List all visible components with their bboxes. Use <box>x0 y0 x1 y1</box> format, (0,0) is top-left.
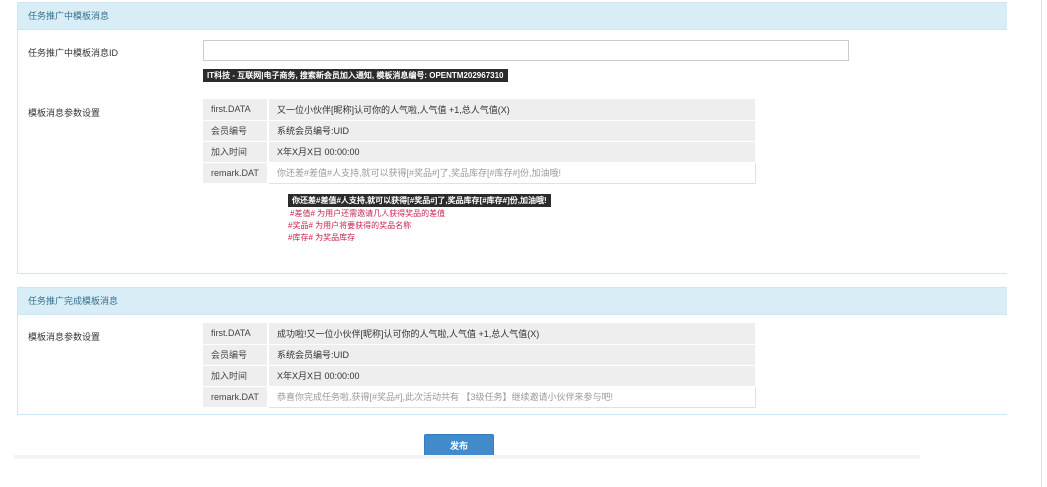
param-value: 系统会员编号:UID <box>268 120 755 142</box>
remark-input[interactable]: 你还差#差值#人支持,就可以获得[#奖品#]了,奖品库存[#库存#]份,加油哦! <box>267 161 756 184</box>
param-key: 会员编号 <box>203 120 269 142</box>
panel-task-completed: 任务推广完成模板消息 模板消息参数设置 first.DATA 成功啦!又一位小伙… <box>17 287 1007 415</box>
panel-task-in-progress: 任务推广中模板消息 任务推广中模板消息ID IT科技 - 互联网|电子商务, 搜… <box>17 2 1007 274</box>
params-table: first.DATA 成功啦!又一位小伙伴[昵称]认可你的人气啦,人气值 +1,… <box>203 323 756 408</box>
table-row: first.DATA 成功啦!又一位小伙伴[昵称]认可你的人气啦,人气值 +1,… <box>203 323 755 345</box>
param-key: 加入时间 <box>203 365 269 387</box>
panel-title: 任务推广完成模板消息 <box>18 288 1007 315</box>
param-value: 系统会员编号:UID <box>268 344 755 366</box>
template-id-input[interactable] <box>203 40 849 61</box>
param-key: first.DATA <box>203 99 269 121</box>
param-key: 加入时间 <box>203 141 269 163</box>
params-label: 模板消息参数设置 <box>28 108 101 118</box>
param-key: remark.DAT <box>203 162 269 184</box>
legend-stock: #库存# 为奖品库存 <box>288 233 356 242</box>
table-row: first.DATA 又一位小伙伴[昵称]认可你的人气啦,人气值 +1,总人气值… <box>203 99 755 121</box>
legend-prize: #奖品# 为用户将要获得的奖品名称 <box>288 221 412 230</box>
template-hint-badge: IT科技 - 互联网|电子商务, 搜索新会员加入通知, 模板消息编号: OPEN… <box>203 69 508 82</box>
remark-hint-badge: 你还差#差值#人支持,就可以获得[#奖品#]了,奖品库存[#库存#]份,加油哦! <box>288 194 551 207</box>
table-row: 会员编号 系统会员编号:UID <box>203 344 755 366</box>
params-table: first.DATA 又一位小伙伴[昵称]认可你的人气啦,人气值 +1,总人气值… <box>203 99 756 184</box>
param-value: X年X月X日 00:00:00 <box>268 141 755 163</box>
table-row: 会员编号 系统会员编号:UID <box>203 120 755 142</box>
footer-divider <box>14 455 920 459</box>
table-row: remark.DAT 恭喜你完成任务啦,获得[#奖品#],此次活动共有 【3级任… <box>203 385 756 408</box>
publish-button[interactable]: 发布 <box>424 434 494 457</box>
param-key: 会员编号 <box>203 344 269 366</box>
param-value: 又一位小伙伴[昵称]认可你的人气啦,人气值 +1,总人气值(X) <box>268 99 755 121</box>
page-edge-divider <box>1041 0 1042 487</box>
param-key: first.DATA <box>203 323 269 345</box>
params-label: 模板消息参数设置 <box>28 332 101 342</box>
param-key: remark.DAT <box>203 386 269 408</box>
legend-diff: #差值# 为用户还需邀请几人获得奖品的差值 <box>290 209 446 218</box>
table-row: 加入时间 X年X月X日 00:00:00 <box>203 365 755 387</box>
table-row: remark.DAT 你还差#差值#人支持,就可以获得[#奖品#]了,奖品库存[… <box>203 161 756 184</box>
remark-input[interactable]: 恭喜你完成任务啦,获得[#奖品#],此次活动共有 【3级任务】继续邀请小伙伴来参… <box>267 385 756 408</box>
param-value: 成功啦!又一位小伙伴[昵称]认可你的人气啦,人气值 +1,总人气值(X) <box>268 323 755 345</box>
param-value: X年X月X日 00:00:00 <box>268 365 755 387</box>
panel-title: 任务推广中模板消息 <box>18 3 1007 30</box>
template-id-label: 任务推广中模板消息ID <box>28 48 119 58</box>
table-row: 加入时间 X年X月X日 00:00:00 <box>203 141 755 163</box>
